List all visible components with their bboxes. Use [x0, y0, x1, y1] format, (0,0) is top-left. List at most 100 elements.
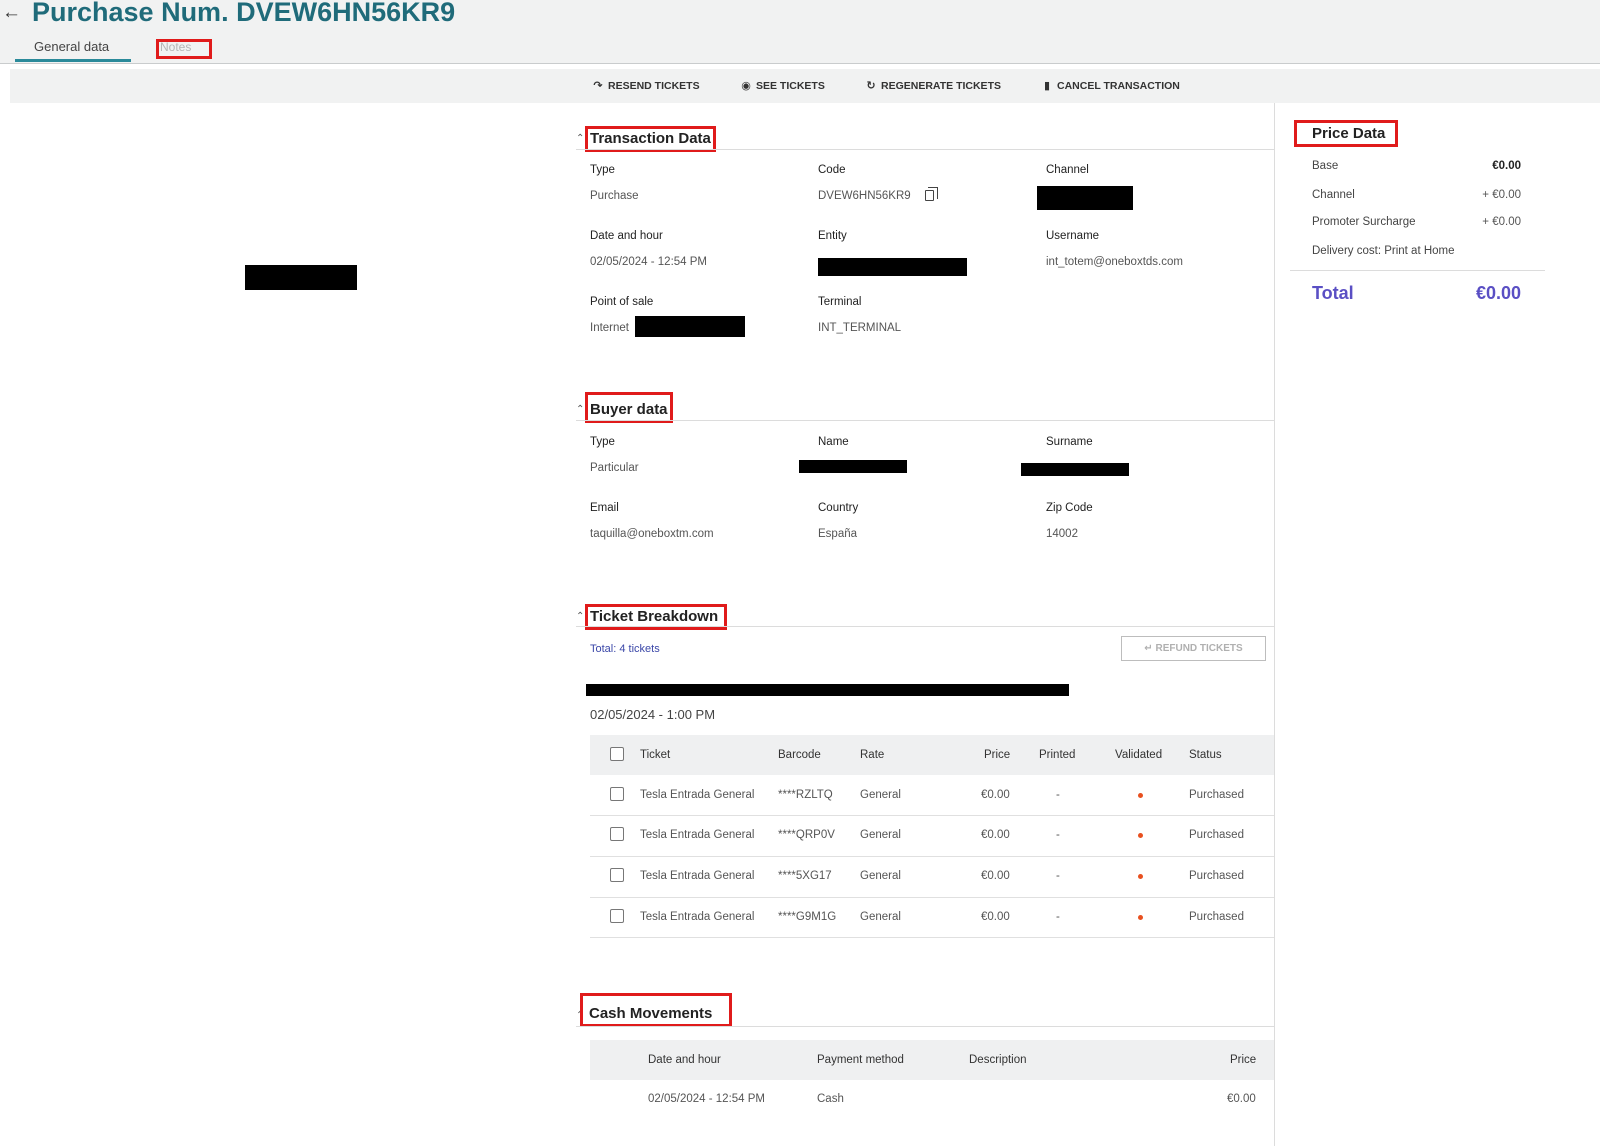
- validated-dot-icon: [1138, 874, 1143, 879]
- section-divider: [576, 420, 1274, 421]
- row-divider: [590, 815, 1274, 816]
- ticket-rate: General: [860, 911, 901, 923]
- col-cash-price: Price: [1230, 1054, 1257, 1066]
- resend-tickets-label: RESEND TICKETS: [608, 80, 700, 92]
- price-divider: [1290, 270, 1545, 271]
- ticket-printed: -: [1056, 870, 1060, 882]
- ticket-name: Tesla Entrada General: [640, 870, 755, 882]
- surname-label: Surname: [1046, 436, 1093, 448]
- redacted-channel: [1037, 186, 1133, 210]
- price-data-title: Price Data: [1294, 120, 1398, 147]
- regenerate-tickets-label: REGENERATE TICKETS: [881, 80, 1001, 92]
- row-checkbox[interactable]: [610, 909, 624, 923]
- arrow-left-icon[interactable]: ←: [2, 2, 21, 24]
- cash-method: Cash: [817, 1093, 844, 1105]
- resend-tickets-button[interactable]: ↷ RESEND TICKETS: [591, 79, 700, 92]
- entity-label: Entity: [818, 230, 847, 242]
- ticket-printed: -: [1056, 911, 1060, 923]
- see-tickets-button[interactable]: ◉ SEE TICKETS: [739, 79, 825, 92]
- regenerate-tickets-button[interactable]: ↻ REGENERATE TICKETS: [864, 79, 1001, 92]
- tab-notes[interactable]: Notes: [160, 40, 191, 54]
- price-delivery-label: Delivery cost: Print at Home: [1312, 245, 1455, 257]
- select-all-checkbox[interactable]: [610, 747, 624, 761]
- ticket-table-header: [590, 735, 1274, 775]
- see-tickets-label: SEE TICKETS: [756, 80, 825, 92]
- ticket-printed: -: [1056, 829, 1060, 841]
- ticket-price: €0.00: [981, 911, 1010, 923]
- col-printed: Printed: [1039, 749, 1076, 761]
- redacted-name: [799, 460, 907, 473]
- ticket-printed: -: [1056, 789, 1060, 801]
- price-promoter-value: + €0.00: [1482, 216, 1521, 228]
- buyer-type-label: Type: [590, 436, 615, 448]
- col-status: Status: [1189, 749, 1222, 761]
- section-divider: [576, 1026, 1274, 1027]
- refund-icon: ↵: [1144, 643, 1153, 654]
- price-promoter-label: Promoter Surcharge: [1312, 216, 1416, 228]
- section-divider: [576, 149, 1274, 150]
- refund-tickets-button[interactable]: ↵ REFUND TICKETS: [1121, 636, 1266, 661]
- ticket-status: Purchased: [1189, 829, 1244, 841]
- chevron-up-icon[interactable]: ⌃: [576, 404, 584, 415]
- copy-icon[interactable]: [925, 187, 938, 201]
- chevron-up-icon[interactable]: ⌃: [576, 611, 584, 622]
- row-checkbox[interactable]: [610, 868, 624, 882]
- tab-general-data[interactable]: General data: [34, 39, 109, 54]
- ticket-price: €0.00: [981, 789, 1010, 801]
- price-channel-label: Channel: [1312, 189, 1355, 201]
- row-checkbox[interactable]: [610, 827, 624, 841]
- row-divider: [590, 856, 1274, 857]
- cancel-transaction-button[interactable]: ▮ CANCEL TRANSACTION: [1040, 79, 1180, 92]
- section-divider: [576, 626, 1274, 627]
- cancel-transaction-label: CANCEL TRANSACTION: [1057, 80, 1180, 92]
- ticket-status: Purchased: [1189, 789, 1244, 801]
- username-label: Username: [1046, 230, 1100, 242]
- resend-icon: ↷: [593, 80, 603, 92]
- buyer-type-value: Particular: [590, 462, 639, 474]
- col-barcode: Barcode: [778, 749, 821, 761]
- eye-icon: ◉: [741, 80, 751, 92]
- session-date: 02/05/2024 - 1:00 PM: [590, 707, 716, 722]
- date-hour-value: 02/05/2024 - 12:54 PM: [590, 256, 707, 268]
- redacted-event-name: [586, 684, 1069, 696]
- price-base-label: Base: [1312, 160, 1339, 172]
- col-validated: Validated: [1115, 749, 1163, 761]
- col-date-hour: Date and hour: [648, 1054, 721, 1066]
- row-checkbox[interactable]: [610, 787, 624, 801]
- ticket-barcode: ****QRP0V: [778, 829, 835, 841]
- name-label: Name: [818, 436, 849, 448]
- ticket-status: Purchased: [1189, 870, 1244, 882]
- ticket-status: Purchased: [1189, 911, 1244, 923]
- country-value: España: [818, 528, 858, 540]
- chevron-up-icon[interactable]: ⌃: [576, 133, 584, 144]
- email-label: Email: [590, 502, 619, 514]
- col-price: Price: [984, 749, 1011, 761]
- price-channel-value: + €0.00: [1482, 189, 1521, 201]
- price-base-value: €0.00: [1492, 160, 1521, 172]
- row-divider: [590, 937, 1274, 938]
- point-of-sale-label: Point of sale: [590, 296, 654, 308]
- col-ticket: Ticket: [640, 749, 671, 761]
- ticket-price: €0.00: [981, 829, 1010, 841]
- ticket-name: Tesla Entrada General: [640, 911, 755, 923]
- ticket-rate: General: [860, 870, 901, 882]
- total-value: €0.00: [1475, 283, 1521, 303]
- col-description: Description: [969, 1054, 1027, 1066]
- total-tickets-link[interactable]: Total: 4 tickets: [590, 643, 660, 655]
- ticket-price: €0.00: [981, 870, 1010, 882]
- email-value: taquilla@oneboxtm.com: [590, 528, 714, 540]
- col-rate: Rate: [860, 749, 885, 761]
- point-of-sale-value: Internet: [590, 322, 629, 334]
- zip-code-label: Zip Code: [1046, 502, 1093, 514]
- page-title: Purchase Num. DVEW6HN56KR9: [32, 0, 456, 27]
- type-label: Type: [590, 164, 615, 176]
- ticket-barcode: ****5XG17: [778, 870, 832, 882]
- refresh-icon: ↻: [866, 80, 876, 92]
- ticket-rate: General: [860, 829, 901, 841]
- validated-dot-icon: [1138, 833, 1143, 838]
- col-payment-method: Payment method: [817, 1054, 904, 1066]
- redacted-pos: [635, 316, 745, 337]
- ticket-name: Tesla Entrada General: [640, 789, 755, 801]
- panel-divider: [1274, 103, 1275, 1146]
- terminal-value: INT_TERMINAL: [818, 322, 902, 334]
